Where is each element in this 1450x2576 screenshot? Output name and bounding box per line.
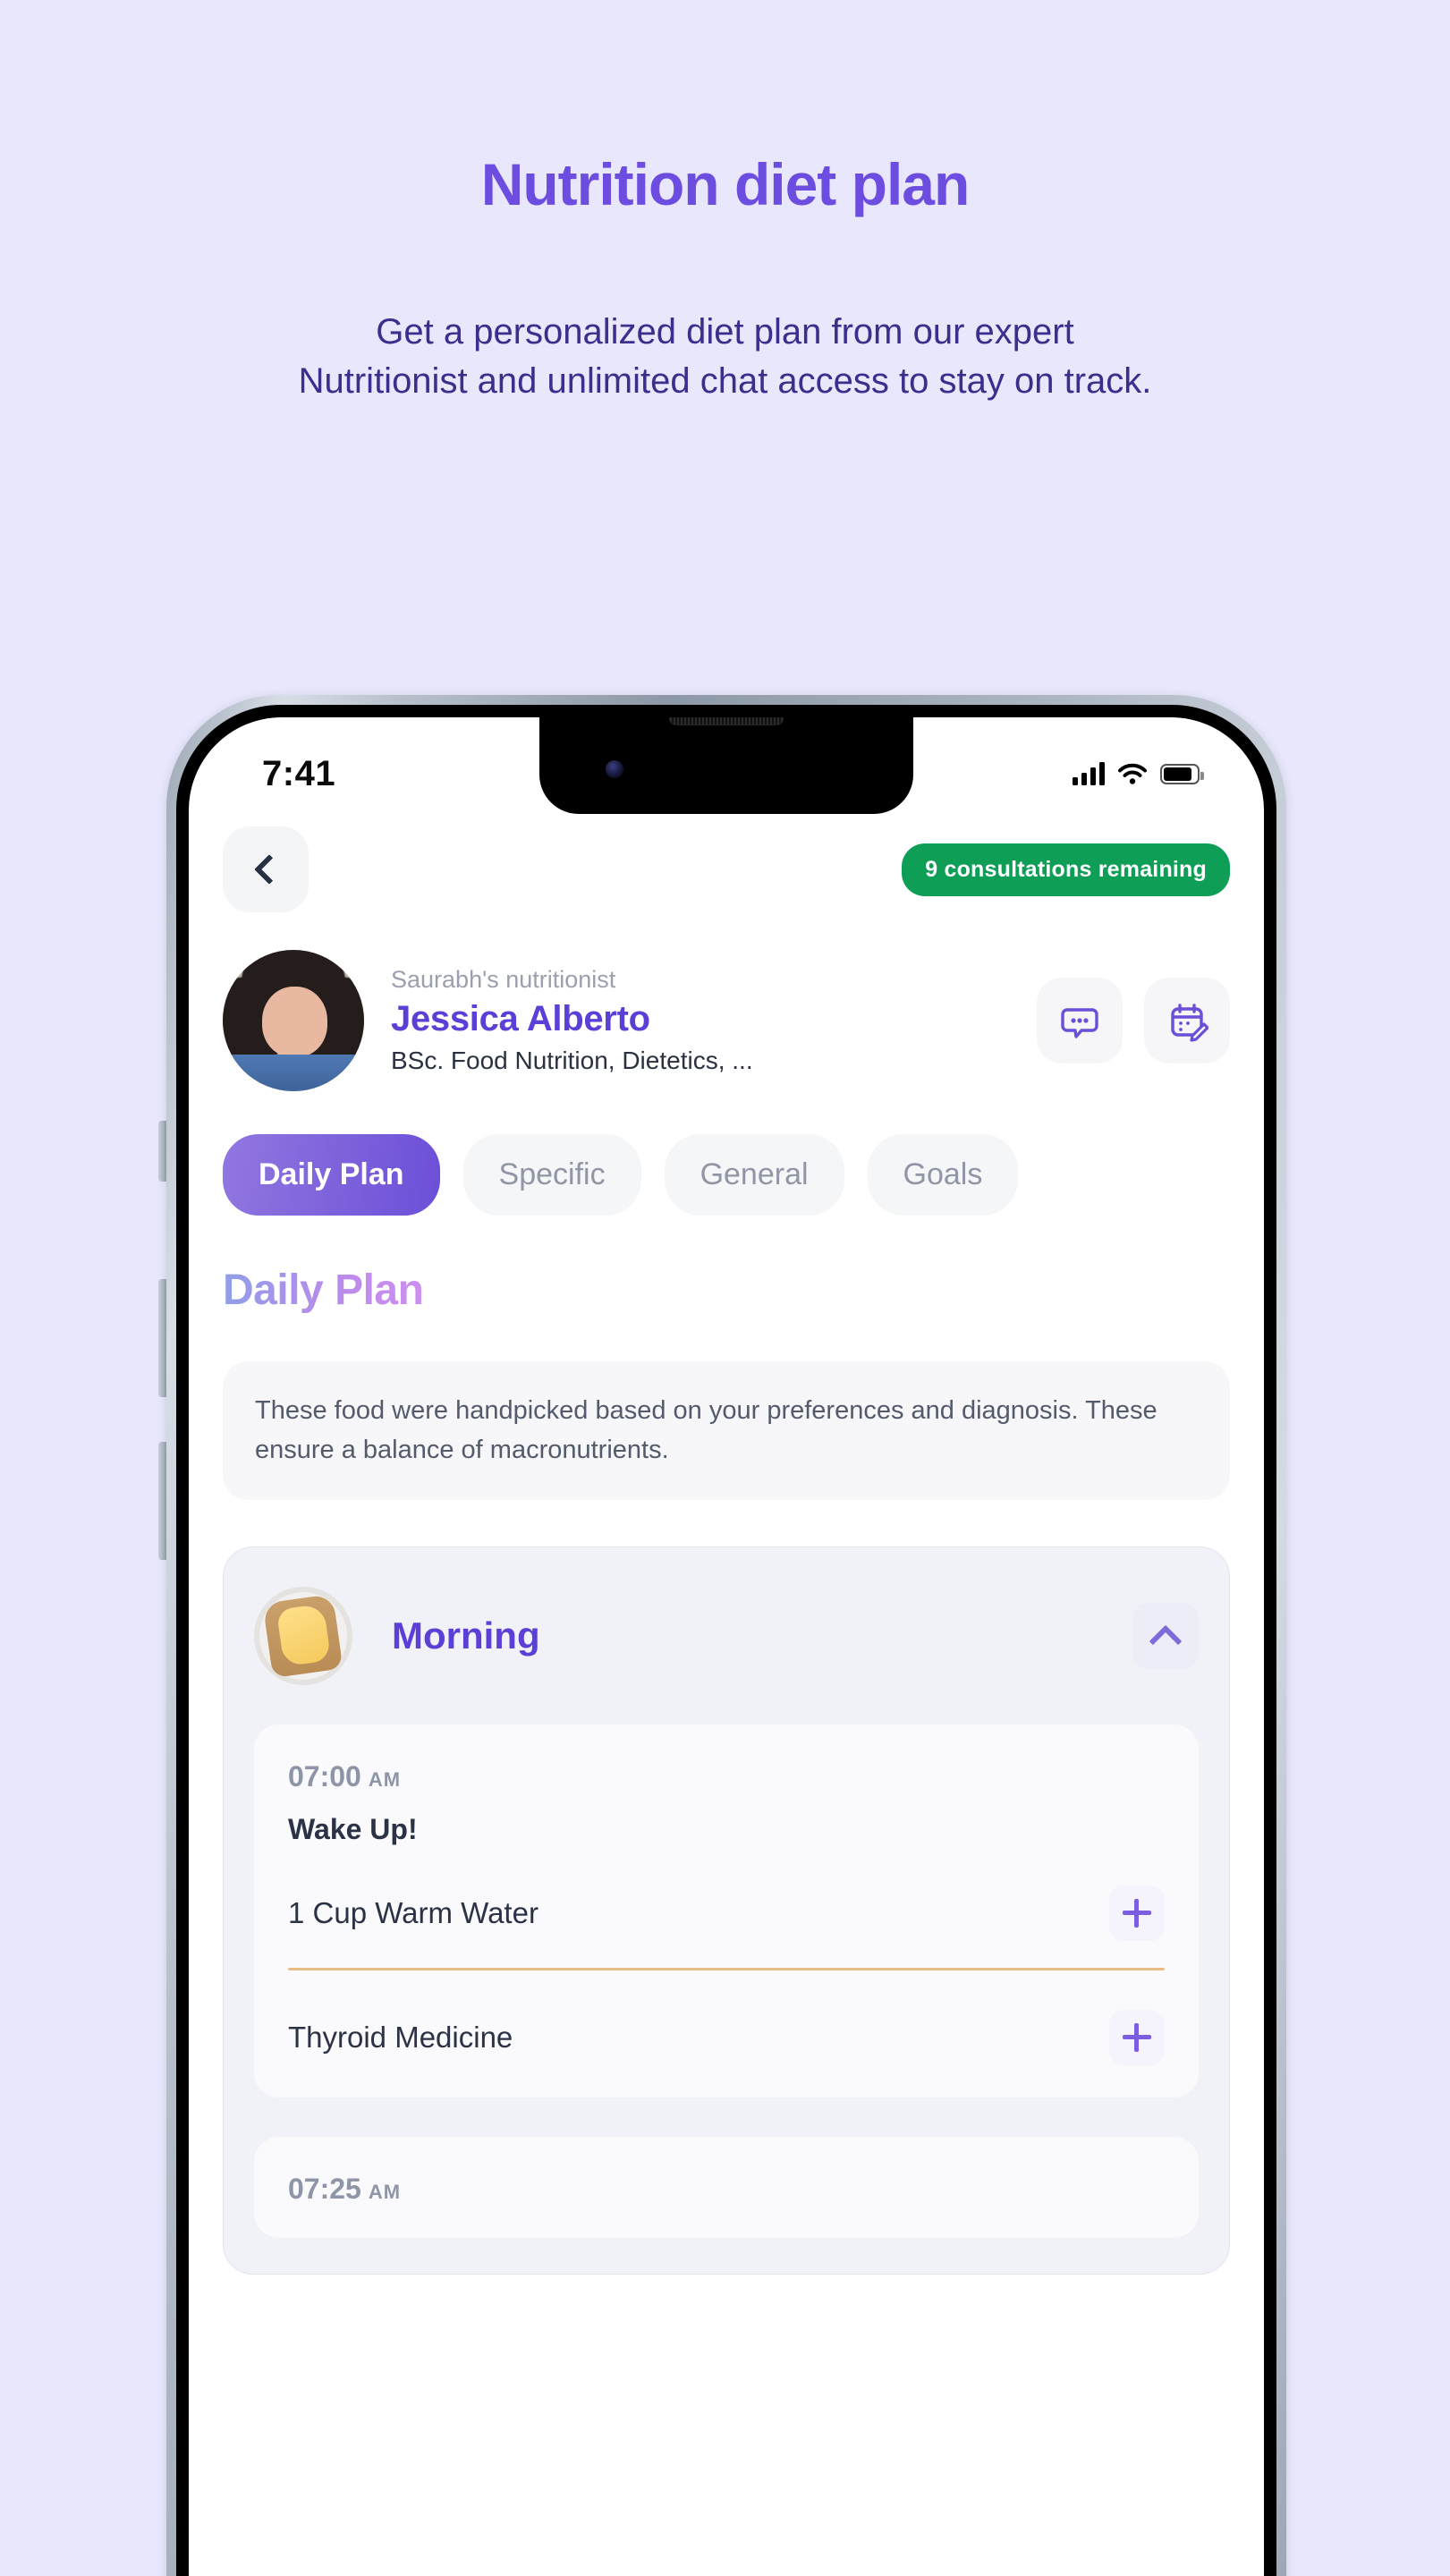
subtitle-line-1: Get a personalized diet plan from our ex… xyxy=(376,312,1074,352)
food-item-row: 1 Cup Warm Water xyxy=(288,1885,1165,1941)
status-indicators xyxy=(1073,762,1204,785)
entry-time: 07:00 AM xyxy=(288,1760,1165,1793)
phone-frame: 7:41 9 consultations remaining Saurabh's… xyxy=(166,695,1286,2576)
meal-title: Morning xyxy=(392,1614,540,1657)
chevron-left-icon xyxy=(254,854,284,885)
entry-time-value: 07:00 xyxy=(288,1760,361,1792)
entry-meridiem: AM xyxy=(368,2181,402,2203)
food-name: Thyroid Medicine xyxy=(288,2021,513,2054)
entry-heading: Wake Up! xyxy=(288,1813,418,1845)
phone-bezel: 7:41 9 consultations remaining Saurabh's… xyxy=(176,705,1276,2576)
page-root: Nutrition diet plan Get a personalized d… xyxy=(0,0,1450,2576)
section-heading: Daily Plan xyxy=(223,1267,424,1314)
profile-actions xyxy=(1037,978,1230,1063)
entry-time-value: 07:25 xyxy=(288,2173,361,2205)
consultations-badge: 9 consultations remaining xyxy=(902,843,1230,896)
entry-meridiem: AM xyxy=(368,1768,402,1791)
avatar xyxy=(223,950,364,1091)
phone-screen: 7:41 9 consultations remaining Saurabh's… xyxy=(189,717,1264,2576)
meal-card-header[interactable]: Morning xyxy=(254,1587,1199,1685)
earpiece-speaker-icon xyxy=(669,717,784,725)
status-time: 7:41 xyxy=(262,753,336,793)
meal-entry: 07:00 AM Wake Up! 1 Cup Warm Water Thyroi… xyxy=(254,1724,1199,2097)
meal-entry: 07:25 AM xyxy=(254,2137,1199,2238)
tab-daily-plan[interactable]: Daily Plan xyxy=(223,1134,440,1216)
tab-specific[interactable]: Specific xyxy=(462,1134,641,1216)
tab-goals[interactable]: Goals xyxy=(867,1134,1019,1216)
food-item-row: Thyroid Medicine xyxy=(288,2010,1165,2065)
front-camera-icon xyxy=(606,760,623,778)
cellular-bars-icon xyxy=(1073,762,1105,785)
profile-text: Saurabh's nutritionist Jessica Alberto B… xyxy=(391,966,1021,1075)
plan-description: These food were handpicked based on your… xyxy=(223,1361,1230,1500)
add-food-button[interactable] xyxy=(1109,1885,1165,1941)
calendar-edit-icon xyxy=(1171,1004,1208,1042)
food-divider xyxy=(288,1968,1165,1970)
app-content: 9 consultations remaining Saurabh's nutr… xyxy=(189,818,1264,2275)
phone-notch xyxy=(539,717,913,814)
plus-icon xyxy=(1123,2023,1151,2052)
tab-general[interactable]: General xyxy=(664,1134,844,1216)
chevron-up-icon xyxy=(1149,1624,1183,1658)
entry-time: 07:25 AM xyxy=(288,2173,1165,2206)
collapse-button[interactable] xyxy=(1132,1603,1199,1669)
add-food-button[interactable] xyxy=(1109,2010,1165,2065)
chat-bubble-icon xyxy=(1061,1008,1098,1038)
schedule-button[interactable] xyxy=(1144,978,1230,1063)
page-subtitle: Get a personalized diet plan from our ex… xyxy=(0,308,1450,406)
profile-role: Saurabh's nutritionist xyxy=(391,966,616,993)
nutritionist-profile[interactable]: Saurabh's nutritionist Jessica Alberto B… xyxy=(223,950,1230,1091)
app-topbar: 9 consultations remaining xyxy=(223,826,1230,912)
food-name: 1 Cup Warm Water xyxy=(288,1896,538,1929)
plan-tabs: Daily Plan Specific General Goals xyxy=(223,1134,1230,1216)
back-button[interactable] xyxy=(223,826,309,912)
chat-button[interactable] xyxy=(1037,978,1123,1063)
wifi-icon xyxy=(1118,763,1147,784)
profile-name: Jessica Alberto xyxy=(391,999,650,1038)
subtitle-line-2: Nutritionist and unlimited chat access t… xyxy=(298,361,1152,402)
plus-icon xyxy=(1123,1899,1151,1928)
butter-toast-icon xyxy=(254,1587,352,1685)
profile-qualification: BSc. Food Nutrition, Dietetics, ... xyxy=(391,1046,753,1074)
page-title: Nutrition diet plan xyxy=(480,151,971,217)
meal-card-morning: Morning 07:00 AM Wake Up! 1 Cup Warm Wat… xyxy=(223,1546,1230,2275)
battery-icon xyxy=(1160,763,1204,784)
